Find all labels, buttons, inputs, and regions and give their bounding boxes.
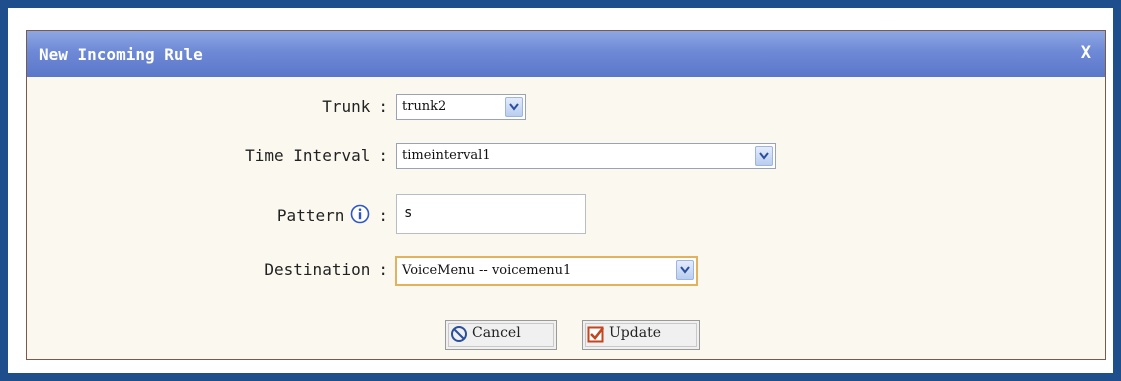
prohibited-icon: [450, 325, 468, 347]
chevron-down-icon[interactable]: [505, 97, 523, 117]
chevron-down-icon[interactable]: [755, 146, 773, 166]
close-button[interactable]: X: [1081, 43, 1091, 63]
cancel-button[interactable]: Cancel: [445, 320, 557, 350]
pattern-input-value: s: [404, 205, 413, 221]
destination-select-value: VoiceMenu -- voicemenu1: [402, 263, 572, 278]
time-interval-row: Time Interval: timeinterval1: [27, 141, 1105, 171]
time-interval-select[interactable]: timeinterval1: [396, 143, 776, 169]
cancel-button-label: Cancel: [472, 325, 521, 341]
trunk-label: Trunk:: [322, 97, 388, 116]
pattern-label: Pattern:: [68, 204, 388, 228]
pattern-input[interactable]: s: [396, 194, 586, 234]
info-icon[interactable]: [350, 204, 370, 228]
pattern-row: Pattern: s: [27, 194, 1105, 238]
destination-row: Destination: VoiceMenu -- voicemenu1: [27, 255, 1105, 286]
new-incoming-rule-dialog: New Incoming Rule X Trunk: trunk2 Time I…: [26, 30, 1106, 360]
update-button[interactable]: Update: [582, 320, 700, 350]
trunk-select[interactable]: trunk2: [396, 94, 526, 120]
dialog-titlebar[interactable]: New Incoming Rule X: [27, 31, 1105, 77]
trunk-row: Trunk: trunk2: [27, 92, 1105, 122]
checkbox-checked-icon: [587, 325, 605, 347]
time-interval-select-value: timeinterval1: [402, 148, 491, 163]
time-interval-label: Time Interval:: [245, 146, 388, 165]
trunk-select-value: trunk2: [402, 99, 447, 114]
chevron-down-icon[interactable]: [676, 260, 694, 280]
destination-select[interactable]: VoiceMenu -- voicemenu1: [395, 256, 698, 286]
destination-label: Destination:: [264, 260, 388, 279]
update-button-label: Update: [609, 325, 661, 341]
dialog-title: New Incoming Rule: [39, 45, 203, 64]
